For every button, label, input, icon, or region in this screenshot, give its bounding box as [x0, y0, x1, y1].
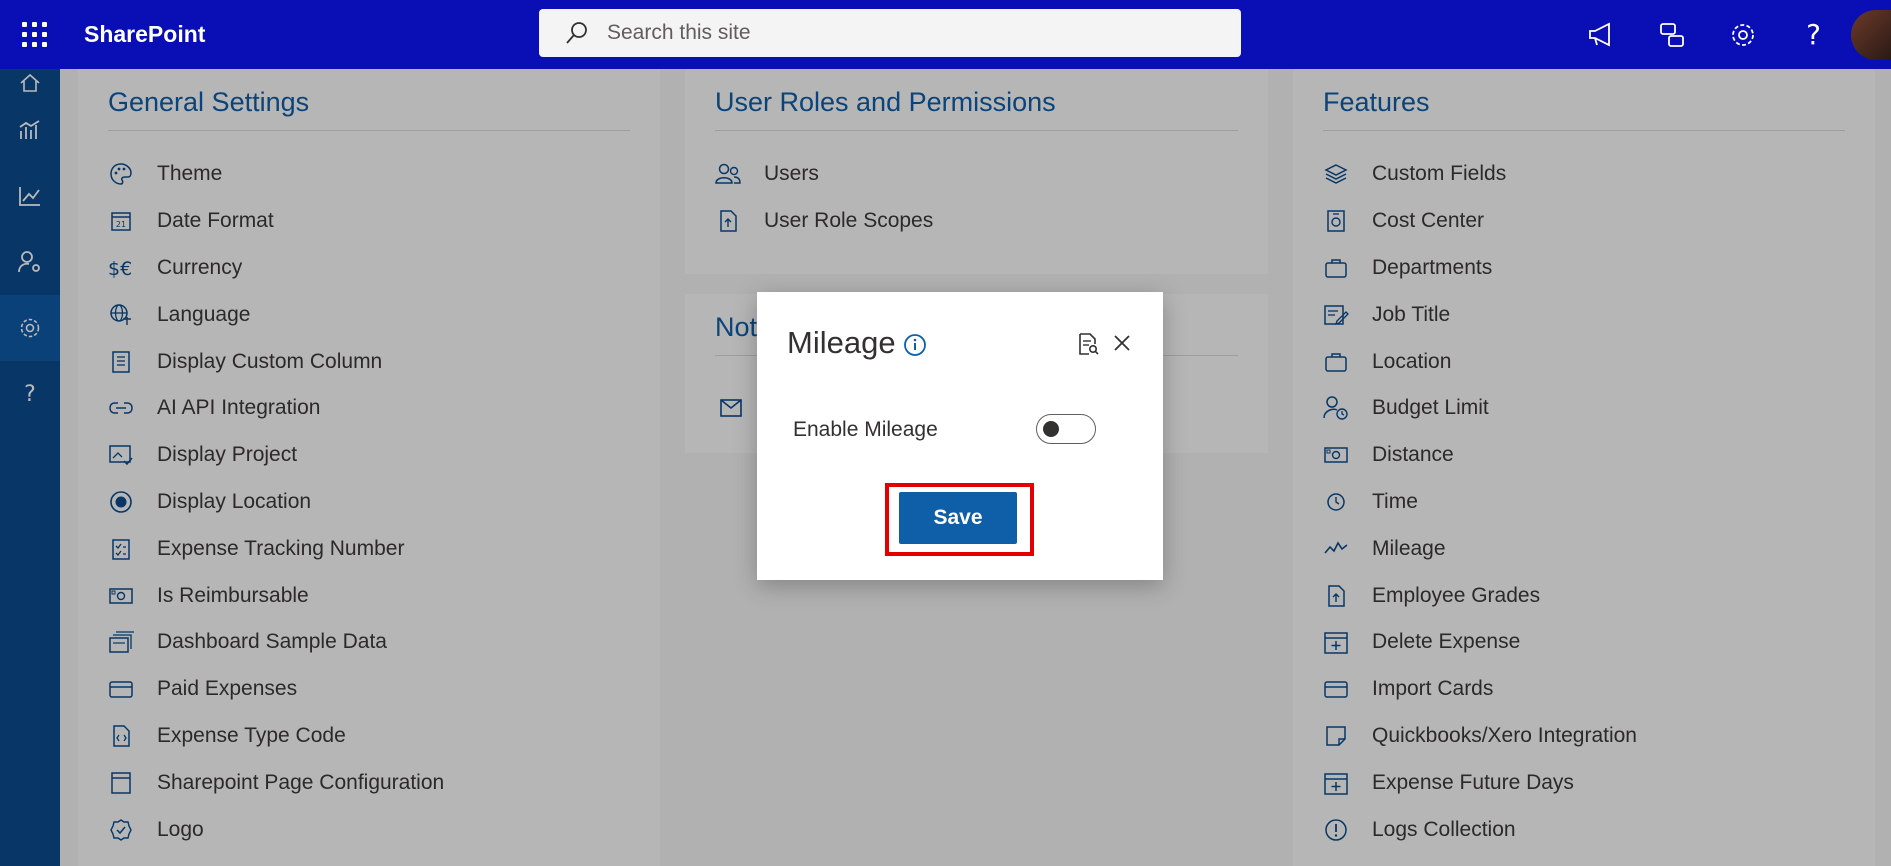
megaphone-icon[interactable] [1565, 0, 1636, 69]
document-search-icon[interactable] [1077, 332, 1099, 361]
avatar[interactable] [1851, 9, 1891, 60]
dialog-title: Mileage [787, 325, 896, 360]
suite-header: SharePoint ? [0, 0, 1891, 69]
help-icon[interactable]: ? [1778, 0, 1849, 69]
mileage-dialog: Mileage Enable Mileage Save [757, 292, 1163, 580]
waffle-icon [22, 22, 47, 47]
gear-icon[interactable] [1707, 0, 1778, 69]
enable-mileage-toggle[interactable] [1036, 414, 1096, 444]
brand-name[interactable]: SharePoint [84, 21, 205, 48]
close-icon[interactable] [1113, 334, 1131, 357]
header-actions: ? [1565, 0, 1891, 69]
search-input[interactable] [607, 21, 1207, 45]
search-box[interactable] [539, 9, 1241, 57]
toggle-knob [1043, 421, 1059, 437]
info-icon[interactable] [903, 333, 927, 362]
chat-icon[interactable] [1636, 0, 1707, 69]
search-icon [566, 22, 587, 44]
app-launcher-button[interactable] [0, 0, 69, 69]
save-button[interactable]: Save [899, 492, 1017, 544]
enable-mileage-label: Enable Mileage [793, 418, 938, 441]
